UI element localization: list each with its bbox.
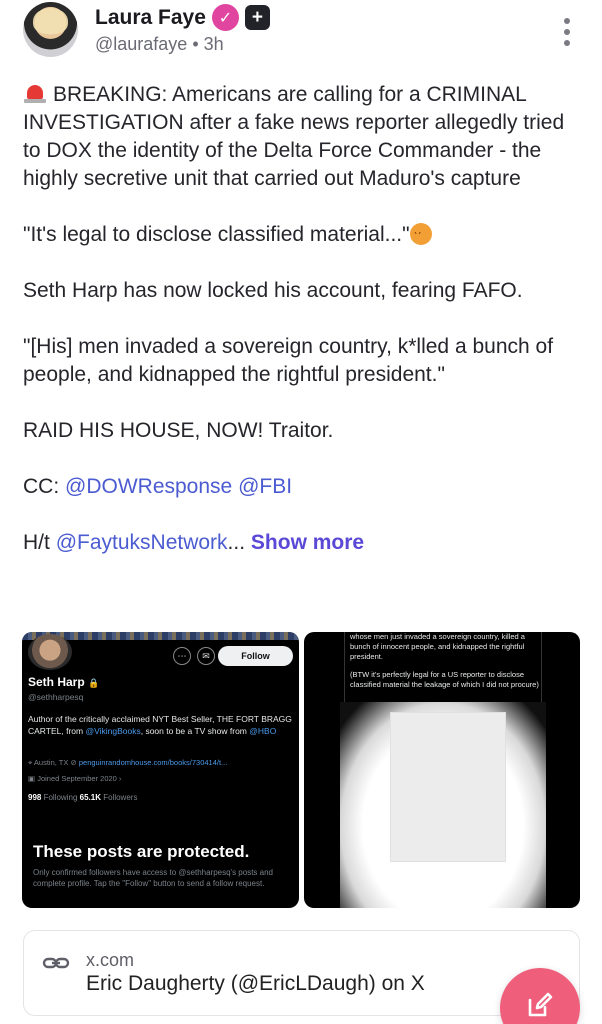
profile-avatar (28, 634, 72, 670)
kebab-menu-icon[interactable] (563, 18, 571, 46)
profile-name: Seth Harp 🔒 (28, 675, 100, 689)
angry-face-icon (409, 223, 432, 251)
thread-line-right (541, 632, 542, 710)
profile-handle: @sethharpesq (28, 692, 84, 702)
post-paragraph-locked: Seth Harp has now locked his account, fe… (23, 279, 523, 302)
separator-dot: • (192, 34, 199, 54)
post-header: Laura Faye ✓ + @laurafaye • 3h (23, 2, 583, 62)
link-title: Eric Daugherty (@EricLDaugh) on X (86, 972, 425, 995)
show-more-link[interactable]: Show more (251, 531, 364, 554)
author-name[interactable]: Laura Faye (95, 6, 206, 30)
post-paragraph-breaking: BREAKING: Americans are calling for a CR… (23, 82, 565, 190)
post-paragraph-ht: H/t @FaytuksNetwork... Show more (23, 531, 365, 554)
media-image-profile[interactable]: ⋯ ✉ Follow Seth Harp 🔒 @sethharpesq Auth… (22, 632, 299, 908)
profile-bio: Author of the critically acclaimed NYT B… (28, 714, 292, 736)
message-icon: ✉ (197, 647, 215, 665)
protected-title: These posts are protected. (33, 842, 250, 861)
verified-badge-icon: ✓ (211, 4, 239, 31)
mention-fbi[interactable]: @FBI (238, 475, 292, 498)
post-paragraph-his-men: "[His] men invaded a sovereign country, … (23, 335, 554, 386)
post-body: BREAKING: Americans are calling for a CR… (23, 81, 583, 585)
location-icon: ⌖ (28, 758, 33, 767)
siren-icon (23, 82, 47, 104)
plus-badge-icon: + (244, 5, 270, 30)
tweet-screenshot-photo (340, 702, 546, 908)
author-handle[interactable]: @laurafaye (95, 34, 187, 54)
profile-location-row: ⌖ Austin, TX ⊘ penguinrandomhouse.com/bo… (28, 758, 228, 767)
author-handle-row: @laurafaye • 3h (95, 34, 224, 55)
calendar-icon: ▣ (28, 774, 36, 783)
profile-stats: 998 Following 65.1K Followers (28, 793, 138, 802)
mention-dowresponse[interactable]: @DOWResponse (65, 475, 232, 498)
lock-icon: 🔒 (88, 678, 100, 688)
media-image-tweet[interactable]: whose men just invaded a sovereign count… (304, 632, 580, 908)
author-avatar[interactable] (23, 2, 78, 57)
post-time: 3h (203, 34, 224, 54)
link-icon: ⊘ (70, 758, 77, 767)
profile-joined-row: ▣ Joined September 2020 › (28, 774, 122, 783)
protected-description: Only confirmed followers have access to … (33, 868, 273, 888)
author-name-row: Laura Faye ✓ + (95, 4, 270, 31)
link-preview-card[interactable]: x.com Eric Daugherty (@EricLDaugh) on X (23, 930, 580, 1016)
photo-document (390, 712, 506, 862)
mention-faytuksnetwork[interactable]: @FaytuksNetwork (56, 531, 228, 554)
thread-line (344, 632, 345, 710)
follow-button: Follow (218, 646, 293, 666)
more-icon: ⋯ (173, 647, 191, 665)
link-domain: x.com (86, 950, 135, 970)
tweet-screenshot-text: whose men just invaded a sovereign count… (350, 632, 539, 689)
post-paragraph-raid: RAID HIS HOUSE, NOW! Traitor. (23, 419, 334, 442)
link-icon (42, 957, 70, 969)
post-paragraph-cc: CC: @DOWResponse @FBI (23, 475, 293, 498)
post-paragraph-quote: "It's legal to disclose classified mater… (23, 221, 583, 251)
edit-icon (528, 992, 553, 1017)
